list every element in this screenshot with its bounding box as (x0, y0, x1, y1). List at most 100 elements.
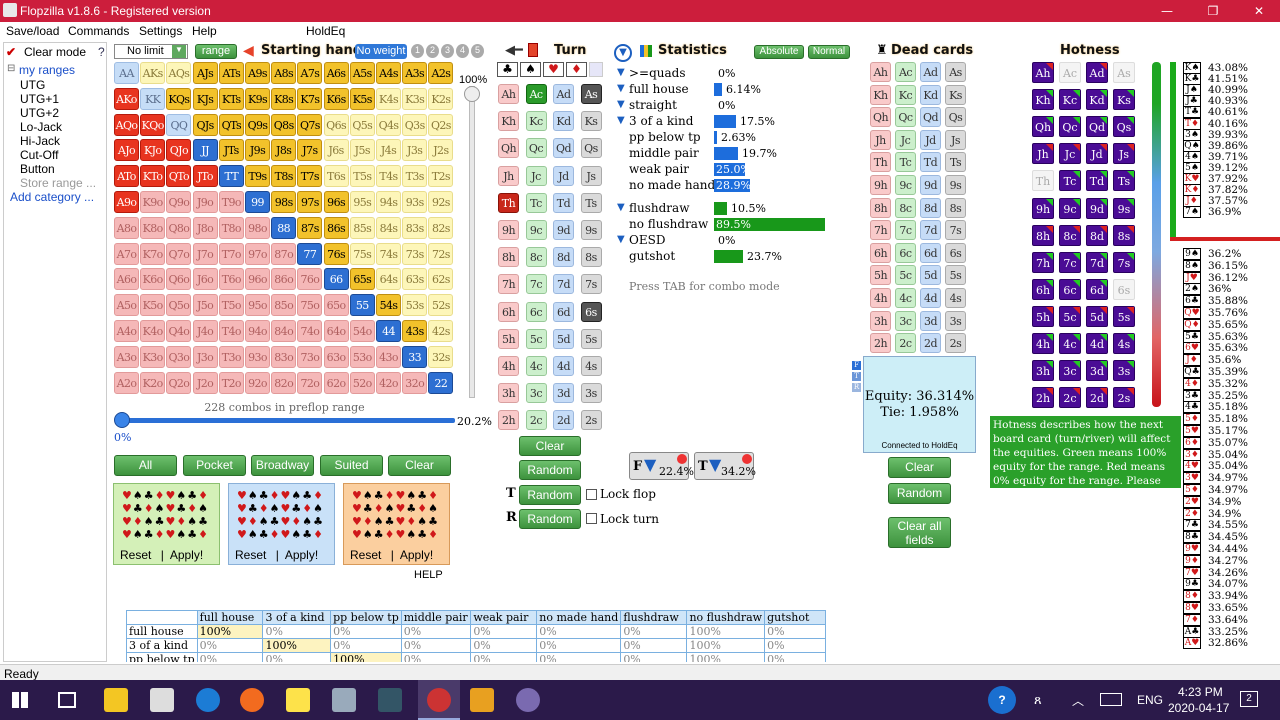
hand-cell-k6s[interactable]: K6s (323, 87, 349, 110)
hand-cell-88[interactable]: 88 (271, 216, 297, 239)
hand-cell-a2o[interactable]: A2o (114, 371, 139, 394)
hand-cell-qto[interactable]: QTo (166, 165, 192, 188)
firefox-icon[interactable] (240, 688, 264, 712)
hand-cell-k5s[interactable]: K5s (349, 87, 375, 110)
hot-card-2s[interactable]: 2s (1113, 387, 1135, 409)
hot-card-tc[interactable]: Tc (1059, 170, 1081, 192)
turn-card-6h[interactable]: 6h (498, 301, 519, 322)
dead-card-ks[interactable]: Ks (945, 84, 966, 105)
tree-item-button[interactable]: Button (20, 162, 55, 176)
hand-cell-t5o[interactable]: T5o (218, 294, 244, 317)
hand-cell-77[interactable]: 77 (297, 242, 323, 265)
hand-cell-84o[interactable]: 84o (271, 320, 297, 342)
tree-root-my-ranges[interactable]: my ranges (19, 63, 75, 77)
hand-cell-96o[interactable]: 96o (245, 268, 270, 291)
hand-cell-92o[interactable]: 92o (245, 371, 270, 394)
hand-cell-kjo[interactable]: KJo (140, 139, 166, 162)
turn-card-3d[interactable]: 3d (553, 383, 574, 404)
hot-card-8s[interactable]: 8s (1113, 224, 1135, 246)
hand-cell-kto[interactable]: KTo (140, 165, 166, 188)
hot-card-kc[interactable]: Kc (1059, 89, 1081, 111)
hot-card-2d[interactable]: 2d (1086, 387, 1108, 409)
hand-cell-a6s[interactable]: A6s (323, 62, 349, 84)
hot-card-4c[interactable]: 4c (1059, 333, 1081, 354)
hand-cell-a3s[interactable]: A3s (402, 62, 428, 84)
dead-card-5c[interactable]: 5c (895, 265, 916, 286)
hand-cell-qts[interactable]: QTs (218, 113, 244, 136)
dead-card-jh[interactable]: Jh (870, 129, 891, 150)
help-link[interactable]: HELP (414, 569, 443, 581)
hand-cell-q4o[interactable]: Q4o (166, 320, 192, 342)
dead-card-2d[interactable]: 2d (920, 333, 941, 354)
hand-cell-76o[interactable]: 76o (297, 268, 323, 291)
turn-card-jc[interactable]: Jc (525, 165, 547, 186)
turn-card-ah[interactable]: Ah (498, 84, 519, 104)
tree-item-hijack[interactable]: Hi-Jack (20, 134, 60, 148)
dead-card-as[interactable]: As (945, 62, 966, 82)
minimize-button[interactable]: — (1144, 0, 1190, 22)
suited-button[interactable]: Suited (320, 455, 383, 476)
hand-cell-a5s[interactable]: A5s (349, 62, 375, 84)
reset-button[interactable]: Reset (350, 548, 381, 562)
limit-select[interactable]: No limit ▼ (114, 44, 188, 59)
hot-card-3d[interactable]: 3d (1086, 360, 1108, 382)
hand-cell-qjo[interactable]: QJo (166, 139, 192, 162)
people-tray-icon[interactable]: ጸ (1034, 692, 1042, 708)
hand-cell-j3o[interactable]: J3o (192, 345, 218, 368)
hot-card-5h[interactable]: 5h (1032, 305, 1054, 327)
hot-card-2h[interactable]: 2h (1032, 387, 1054, 409)
turn-card-tc[interactable]: Tc (525, 192, 547, 213)
clock-time[interactable]: 4:23 PM (1178, 685, 1223, 699)
turn-card-3s[interactable]: 3s (580, 383, 602, 404)
r-toggle[interactable]: R (852, 383, 861, 392)
dead-clear-button[interactable]: Clear (888, 457, 951, 478)
hot-card-jh[interactable]: Jh (1032, 143, 1054, 165)
filter-icon[interactable]: ▼ (617, 115, 625, 126)
hand-cell-a9s[interactable]: A9s (245, 62, 270, 84)
hand-cell-t7s[interactable]: T7s (297, 165, 323, 188)
hand-cell-kjs[interactable]: KJs (192, 87, 218, 110)
hand-cell-52o[interactable]: 52o (349, 371, 375, 394)
hand-cell-66[interactable]: 66 (323, 268, 349, 291)
hand-cell-65s[interactable]: 65s (349, 268, 375, 291)
pocket-button[interactable]: Pocket (183, 455, 246, 476)
hand-cell-t2s[interactable]: T2s (428, 165, 454, 188)
hot-card-9s[interactable]: 9s (1113, 197, 1135, 219)
turn-card-6s[interactable]: 6s (580, 301, 602, 322)
dead-card-th[interactable]: Th (870, 152, 891, 173)
hot-card-4d[interactable]: 4d (1086, 333, 1108, 354)
hand-cell-ato[interactable]: ATo (114, 165, 139, 188)
hand-cell-aa[interactable]: AA (114, 62, 139, 84)
turn-filter-button[interactable]: T ▼ 34.2% (694, 452, 756, 480)
add-category-link[interactable]: Add category ... (10, 190, 94, 204)
filter-icon[interactable]: ▼ (617, 234, 625, 245)
dead-random-button[interactable]: Random (888, 483, 951, 504)
river-random-button[interactable]: Random (519, 509, 581, 529)
hand-cell-j4o[interactable]: J4o (192, 320, 218, 342)
dead-card-2s[interactable]: 2s (945, 333, 966, 354)
tree-item-cutoff[interactable]: Cut-Off (20, 148, 58, 162)
dead-card-qc[interactable]: Qc (895, 107, 916, 128)
hand-cell-kqo[interactable]: KQo (140, 113, 166, 136)
hand-cell-53s[interactable]: 53s (402, 294, 428, 317)
hand-cell-65o[interactable]: 65o (323, 294, 349, 317)
dead-card-6s[interactable]: 6s (945, 242, 966, 263)
hand-cell-74o[interactable]: 74o (297, 320, 323, 342)
turn-card-ad[interactable]: Ad (553, 84, 574, 104)
hand-cell-a7o[interactable]: A7o (114, 242, 139, 265)
hand-cell-j2s[interactable]: J2s (428, 139, 454, 162)
flopzilla-taskbar-item[interactable] (418, 680, 460, 720)
weight-button-5[interactable]: 5 (471, 44, 484, 58)
hand-cell-82s[interactable]: 82s (428, 216, 454, 239)
hand-cell-kqs[interactable]: KQs (166, 87, 192, 110)
hot-card-qs[interactable]: Qs (1113, 116, 1135, 138)
turn-suit-blank[interactable] (589, 62, 603, 77)
hand-cell-75o[interactable]: 75o (297, 294, 323, 317)
hot-card-jc[interactable]: Jc (1059, 143, 1081, 165)
hand-cell-42s[interactable]: 42s (428, 320, 454, 342)
dead-card-td[interactable]: Td (920, 152, 941, 173)
hand-cell-j4s[interactable]: J4s (376, 139, 401, 162)
weight-button-3[interactable]: 3 (441, 44, 454, 58)
hot-card-6c[interactable]: 6c (1059, 278, 1081, 300)
turn-card-4h[interactable]: 4h (498, 356, 519, 376)
